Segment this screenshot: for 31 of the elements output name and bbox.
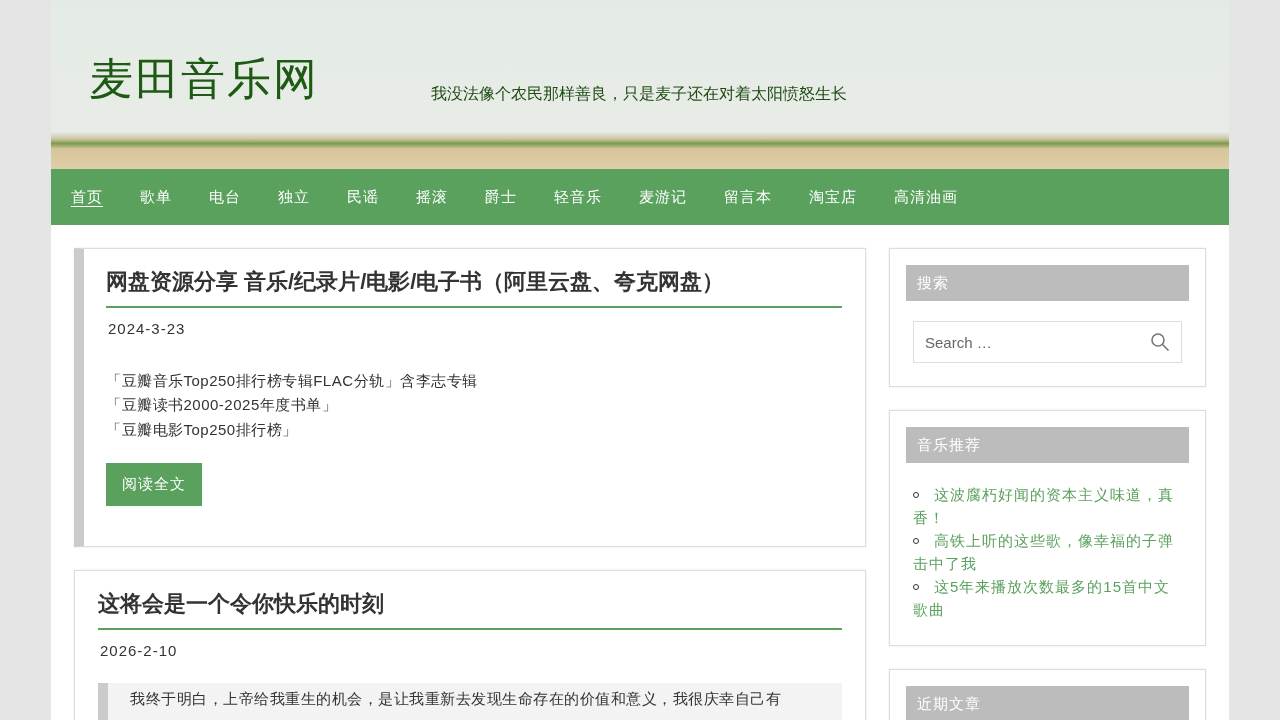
site-slogan: 我没法像个农民那样善良，只是麦子还在对着太阳愤怒生长 xyxy=(431,82,847,105)
post-text: 「豆瓣电影Top250排行榜」 xyxy=(106,419,299,440)
nav-link[interactable]: 歌单 xyxy=(140,185,172,209)
nav-link[interactable]: 轻音乐 xyxy=(554,185,602,209)
nav-link[interactable]: 摇滚 xyxy=(416,185,448,209)
nav-link[interactable]: 高清油画 xyxy=(894,185,958,209)
nav-link[interactable]: 爵士 xyxy=(485,185,517,209)
nav-link[interactable]: 留言本 xyxy=(724,185,772,209)
nav-link[interactable]: 民谣 xyxy=(347,185,379,209)
post-title[interactable]: 这将会是一个令你快乐的时刻 xyxy=(98,587,842,630)
post-text: 「豆瓣读书2000-2025年度书单」 xyxy=(106,395,339,415)
quote-text: 我终于明白，上帝给我重生的机会，是让我重新去发现生命存在的价值和意义，我很庆幸自己有 xyxy=(130,688,782,709)
site-logo[interactable]: 麦田音乐网 xyxy=(89,45,319,112)
search-icon[interactable] xyxy=(1150,332,1170,352)
post-title[interactable]: 网盘资源分享 音乐/纪录片/电影/电子书（阿里云盘、夸克网盘） xyxy=(106,265,842,308)
music-link[interactable]: 这5年来播放次数最多的15首中文歌曲 xyxy=(913,575,1182,621)
widget-title: 搜索 xyxy=(906,265,1189,301)
post-text: 「豆瓣音乐Top250排行榜专辑FLAC分轨」含李志专辑 xyxy=(106,370,479,391)
widget-title: 近期文章 xyxy=(906,686,1189,720)
post-date: 2024-3-23 xyxy=(108,319,187,339)
music-link[interactable]: 高铁上听的这些歌，像幸福的子弹击中了我 xyxy=(913,529,1182,575)
nav-link[interactable]: 独立 xyxy=(278,185,310,209)
nav-link[interactable]: 淘宝店 xyxy=(809,185,857,209)
widget-title: 音乐推荐 xyxy=(906,427,1189,463)
nav-link[interactable]: 电台 xyxy=(209,185,241,209)
search-field[interactable]: Search … xyxy=(913,321,1182,363)
post-date: 2026-2-10 xyxy=(100,641,179,661)
nav-link[interactable]: 首页 xyxy=(71,185,103,209)
music-link[interactable]: 这波腐朽好闻的资本主义味道，真香！ xyxy=(913,483,1182,529)
nav-link[interactable]: 麦游记 xyxy=(639,185,687,209)
read-more-button[interactable]: 阅读全文 xyxy=(106,463,202,506)
